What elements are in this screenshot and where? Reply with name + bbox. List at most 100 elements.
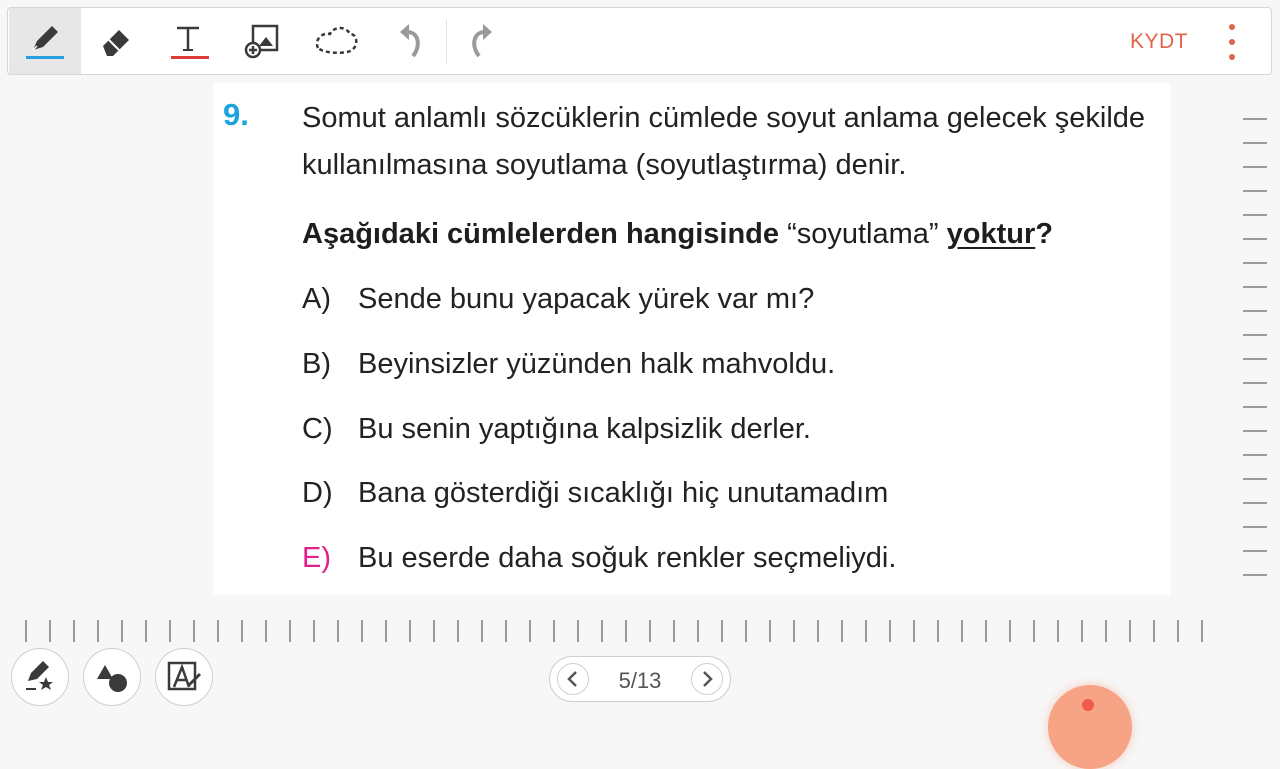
ruler-tick	[265, 620, 267, 642]
option-b[interactable]: B) Beyinsizler yüzünden halk mahvoldu.	[302, 348, 835, 381]
ruler-tick	[1177, 620, 1179, 642]
question-number: 9.	[223, 97, 249, 132]
ruler-tick	[1243, 574, 1267, 576]
option-letter: B)	[302, 348, 331, 380]
undo-button[interactable]	[374, 8, 446, 74]
toolbar: KYDT	[7, 7, 1272, 75]
ruler-tick	[121, 620, 123, 642]
eraser-icon	[103, 30, 129, 56]
add-image-tool-button[interactable]	[226, 8, 298, 74]
option-text: Bu senin yaptığına kalpsizlik derler.	[358, 413, 811, 445]
ruler-tick	[1129, 620, 1131, 642]
ruler-tick	[169, 620, 171, 642]
ruler-tick	[745, 620, 747, 642]
kydt-button[interactable]: KYDT	[1130, 30, 1188, 54]
ruler-tick	[241, 620, 243, 642]
floating-action-button[interactable]	[1048, 685, 1132, 769]
shapes-button[interactable]	[83, 648, 141, 706]
option-letter: A)	[302, 283, 331, 315]
ruler-tick	[769, 620, 771, 642]
ruler-tick	[649, 620, 651, 642]
ruler-tick	[1243, 334, 1267, 336]
pen-star-icon	[26, 661, 53, 690]
ruler-tick	[1243, 286, 1267, 288]
option-text: Sende bunu yapacak yürek var mı?	[358, 283, 815, 315]
option-d[interactable]: D) Bana gösterdiği sıcaklığı hiç unutamad…	[302, 477, 888, 510]
ruler-tick	[289, 620, 291, 642]
handwriting-to-text-button[interactable]	[155, 648, 213, 706]
chevron-right-icon	[703, 671, 713, 687]
page-navigator: 5/13	[549, 656, 731, 702]
ruler-tick	[73, 620, 75, 642]
ruler-tick	[1243, 526, 1267, 528]
ruler-tick	[1243, 502, 1267, 504]
ruler-tick	[1153, 620, 1155, 642]
ruler-tick	[1057, 620, 1059, 642]
ruler-tick	[337, 620, 339, 642]
text-tool-button[interactable]	[154, 8, 226, 74]
ruler-tick	[1243, 406, 1267, 408]
shapes-icon	[97, 665, 127, 692]
option-e[interactable]: E) Bu eserde daha soğuk renkler seçmeliyd…	[302, 542, 896, 575]
ruler-tick	[1243, 262, 1267, 264]
ruler-tick	[49, 620, 51, 642]
ruler-tick	[1243, 430, 1267, 432]
ruler-tick	[793, 620, 795, 642]
question-stem: Somut anlamlı sözcüklerin cümlede soyut …	[302, 102, 1146, 181]
ruler-tick	[193, 620, 195, 642]
pen-tool-button[interactable]	[9, 8, 81, 74]
question-prompt: Aşağıdaki cümlelerden hangisinde “soyutl…	[302, 218, 1053, 251]
handwriting-to-text-icon	[167, 661, 201, 691]
prompt-bold-text: Aşağıdaki cümlelerden hangisinde	[302, 218, 780, 250]
option-text: Beyinsizler yüzünden halk mahvoldu.	[358, 348, 836, 380]
undo-icon	[400, 24, 420, 58]
more-vertical-icon[interactable]	[1220, 24, 1244, 60]
ruler-tick	[937, 620, 939, 642]
option-a[interactable]: A) Sende bunu yapacak yürek var mı?	[302, 283, 814, 316]
eraser-tool-button[interactable]	[81, 8, 153, 74]
next-page-button[interactable]	[691, 663, 723, 695]
ruler-tick	[505, 620, 507, 642]
ruler-tick	[1243, 382, 1267, 384]
ruler-tick	[1243, 166, 1267, 168]
ruler-tick	[313, 620, 315, 642]
ruler-tick	[97, 620, 99, 642]
ruler-tick	[409, 620, 411, 642]
ruler-tick	[913, 620, 915, 642]
ruler-tick	[841, 620, 843, 642]
ruler-tick	[1105, 620, 1107, 642]
ruler-tick	[433, 620, 435, 642]
ruler-tick	[865, 620, 867, 642]
ruler-tick	[697, 620, 699, 642]
record-icon	[1082, 699, 1094, 711]
pen-favorites-button[interactable]	[11, 648, 69, 706]
prompt-question-mark: ?	[1035, 218, 1053, 250]
ruler-tick	[25, 620, 27, 642]
ruler-tick	[1243, 454, 1267, 456]
ruler-tick	[481, 620, 483, 642]
option-text: Bu eserde daha soğuk renkler seçmeliydi.	[358, 542, 897, 574]
ruler-tick	[217, 620, 219, 642]
ruler-tick	[1201, 620, 1203, 642]
ruler-tick	[1243, 478, 1267, 480]
option-c[interactable]: C) Bu senin yaptığına kalpsizlik derler.	[302, 413, 811, 446]
ruler-tick	[889, 620, 891, 642]
option-letter-highlighted: E)	[302, 542, 331, 574]
ruler-tick	[721, 620, 723, 642]
ruler-tick	[1243, 190, 1267, 192]
redo-button[interactable]	[446, 8, 518, 74]
prompt-quote-text: “soyutlama”	[779, 218, 947, 250]
ruler-tick	[601, 620, 603, 642]
ruler-tick	[1243, 238, 1267, 240]
ruler-tick	[529, 620, 531, 642]
ruler-tick	[1243, 310, 1267, 312]
ruler-tick	[625, 620, 627, 642]
horizontal-ruler	[0, 620, 1280, 644]
vertical-ruler	[1243, 118, 1269, 588]
add-image-icon	[244, 24, 279, 59]
ruler-tick	[1033, 620, 1035, 642]
ruler-tick	[145, 620, 147, 642]
ruler-tick	[577, 620, 579, 642]
ruler-tick	[1243, 550, 1267, 552]
lasso-tool-button[interactable]	[300, 8, 372, 74]
